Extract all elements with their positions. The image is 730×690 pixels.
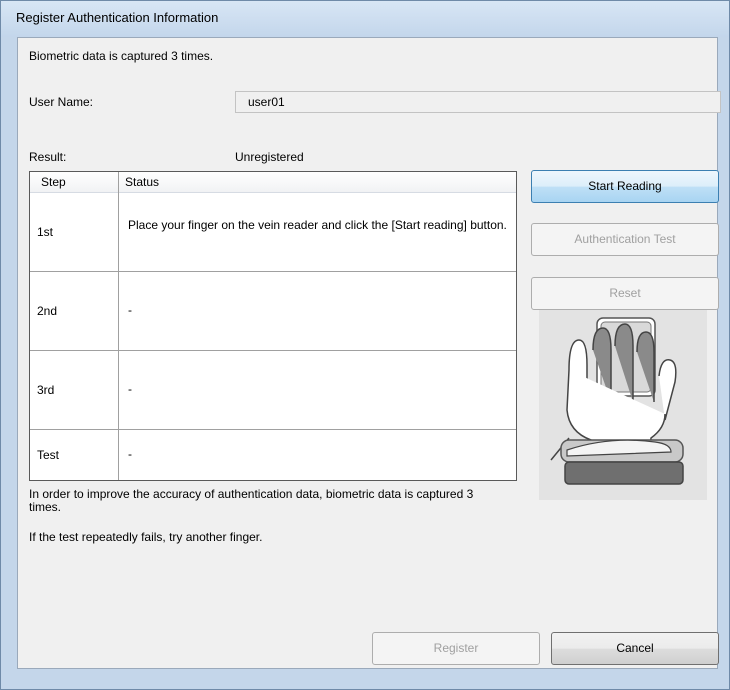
column-header-status: Status — [125, 175, 160, 189]
result-value: Unregistered — [235, 150, 304, 164]
table-row: Test - — [30, 430, 516, 480]
table-row: 1st Place your finger on the vein reader… — [30, 193, 516, 272]
dialog-window: Register Authentication Information Biom… — [0, 0, 730, 690]
table-row: 2nd - — [30, 272, 516, 351]
table-row: 3rd - — [30, 351, 516, 430]
vein-reader-illustration-svg — [550, 317, 684, 485]
row-status: Place your finger on the vein reader and… — [128, 218, 507, 232]
window-title: Register Authentication Information — [16, 10, 219, 25]
row-status: - — [128, 447, 132, 461]
result-label: Result: — [29, 150, 67, 164]
row-step: 1st — [37, 225, 54, 239]
column-header-step: Step — [41, 175, 66, 189]
authentication-test-button[interactable]: Authentication Test — [531, 223, 719, 256]
row-step: 3rd — [37, 383, 55, 397]
retry-note: If the test repeatedly fails, try anothe… — [29, 530, 263, 544]
column-divider — [118, 172, 119, 480]
row-step: Test — [37, 448, 60, 462]
row-status: - — [128, 382, 132, 396]
row-step: 2nd — [37, 304, 58, 318]
intro-text: Biometric data is captured 3 times. — [29, 49, 214, 63]
vein-reader-illustration-icon — [539, 310, 707, 500]
cancel-button[interactable]: Cancel — [551, 632, 719, 665]
user-name-value: user01 — [248, 95, 285, 109]
user-name-field: user01 — [235, 91, 721, 113]
accuracy-note: In order to improve the accuracy of auth… — [29, 487, 474, 514]
register-button[interactable]: Register — [372, 632, 540, 665]
user-name-label: User Name: — [29, 95, 94, 109]
table-header: Step Status — [30, 172, 516, 193]
start-reading-button[interactable]: Start Reading — [531, 170, 719, 203]
title-bar[interactable]: Register Authentication Information — [1, 1, 729, 37]
status-table: Step Status 1st Place your finger on the… — [29, 171, 517, 481]
row-status: - — [128, 303, 132, 317]
reset-button[interactable]: Reset — [531, 277, 719, 310]
